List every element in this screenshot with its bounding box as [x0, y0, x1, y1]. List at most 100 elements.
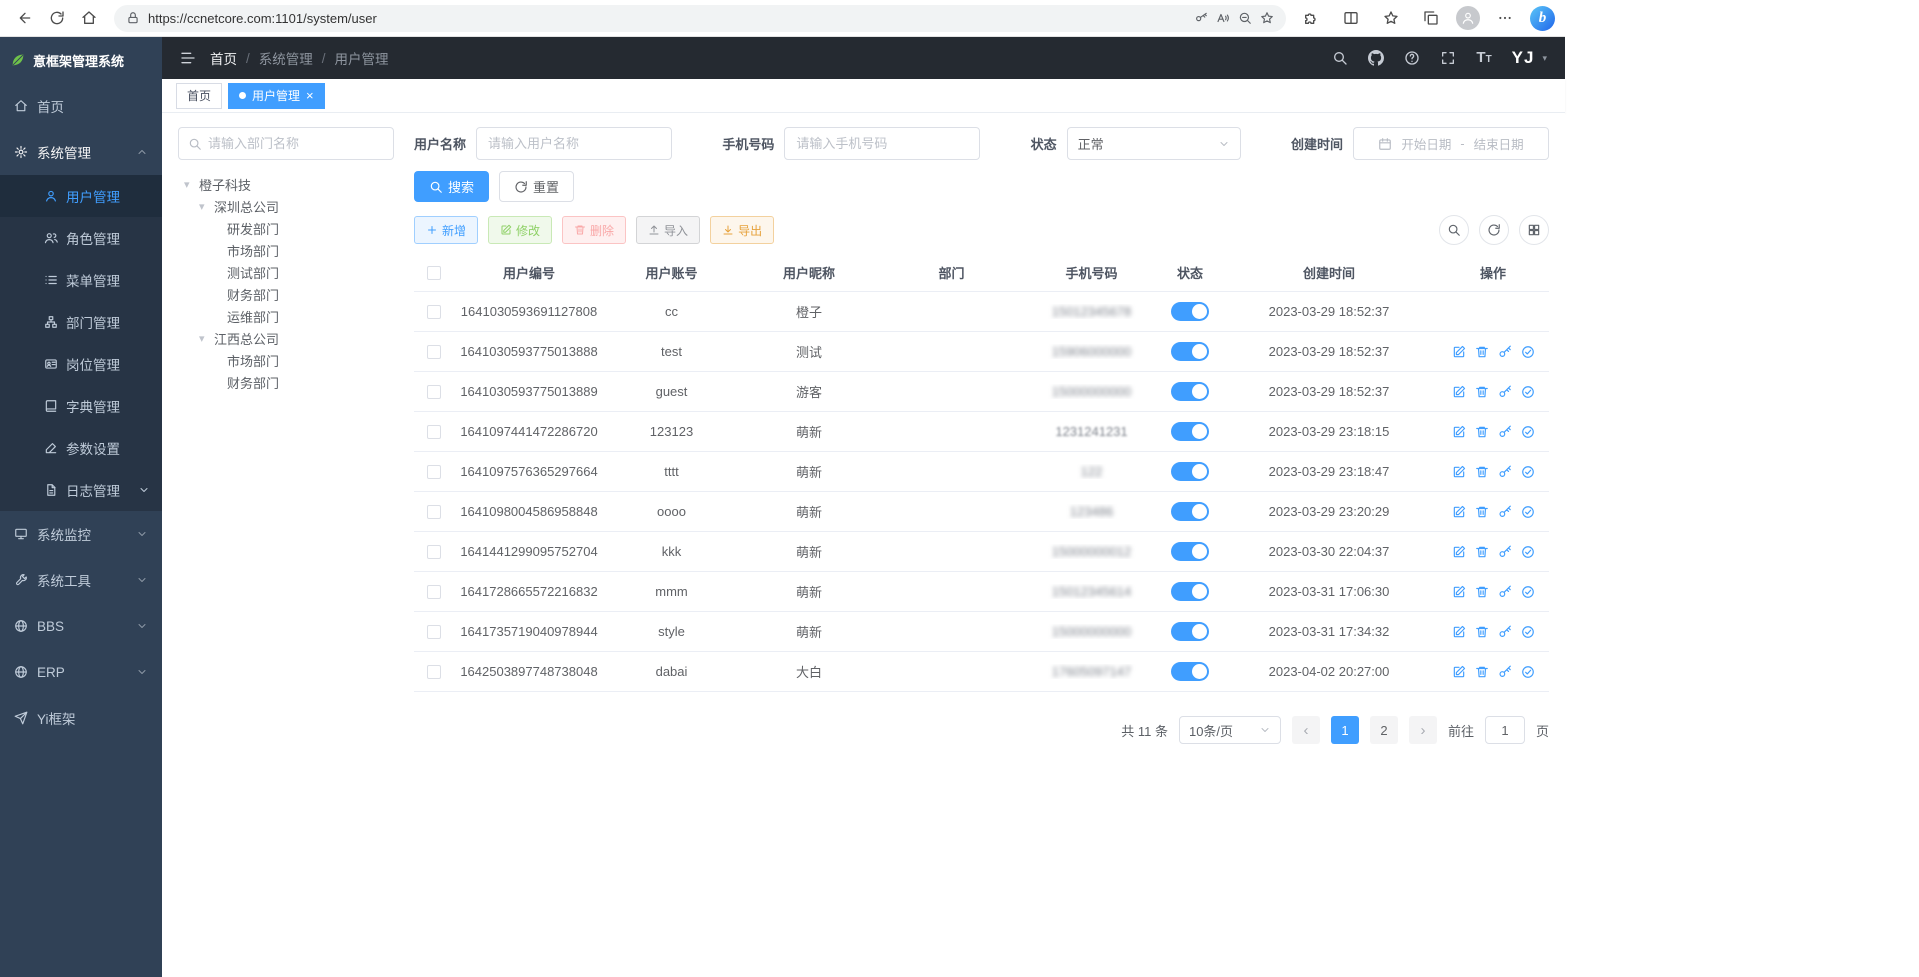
- row-checkbox[interactable]: [427, 625, 441, 639]
- page-button-2[interactable]: 2: [1370, 716, 1398, 744]
- sidebar-item-user-mgmt[interactable]: 用户管理: [0, 175, 162, 217]
- edit-user-icon[interactable]: [1452, 345, 1466, 359]
- status-toggle[interactable]: [1171, 422, 1209, 441]
- status-toggle[interactable]: [1171, 502, 1209, 521]
- tree-caret-icon[interactable]: ▾: [184, 178, 194, 191]
- prev-page-button[interactable]: ‹: [1292, 716, 1320, 744]
- tree-node-dept[interactable]: 测试部门: [178, 261, 394, 283]
- delete-user-icon[interactable]: [1475, 425, 1489, 439]
- row-checkbox[interactable]: [427, 305, 441, 319]
- edit-user-icon[interactable]: [1452, 585, 1466, 599]
- select-all-checkbox[interactable]: [427, 266, 441, 280]
- tree-node-dept[interactable]: 财务部门: [178, 283, 394, 305]
- reset-password-icon[interactable]: [1498, 625, 1512, 639]
- search-button[interactable]: 搜索: [414, 171, 489, 202]
- assign-role-icon[interactable]: [1521, 465, 1535, 479]
- export-button[interactable]: 导出: [710, 216, 774, 244]
- tree-node-dept[interactable]: 市场部门: [178, 239, 394, 261]
- tab-user-mgmt[interactable]: 用户管理 ×: [228, 83, 325, 109]
- assign-role-icon[interactable]: [1521, 425, 1535, 439]
- split-screen-icon[interactable]: [1336, 4, 1366, 32]
- row-checkbox[interactable]: [427, 545, 441, 559]
- reset-password-icon[interactable]: [1498, 505, 1512, 519]
- delete-user-icon[interactable]: [1475, 345, 1489, 359]
- status-toggle[interactable]: [1171, 542, 1209, 561]
- edit-user-icon[interactable]: [1452, 465, 1466, 479]
- favorites-bar-icon[interactable]: [1376, 4, 1406, 32]
- tree-node-dept[interactable]: 运维部门: [178, 305, 394, 327]
- reset-password-icon[interactable]: [1498, 545, 1512, 559]
- date-range-picker[interactable]: 开始日期 - 结束日期: [1353, 127, 1549, 160]
- sidebar-item-log-mgmt[interactable]: 日志管理: [0, 469, 162, 511]
- refresh-icon[interactable]: [42, 4, 72, 32]
- zoom-icon[interactable]: [1238, 11, 1252, 25]
- delete-user-icon[interactable]: [1475, 465, 1489, 479]
- github-icon[interactable]: [1368, 50, 1384, 66]
- status-toggle[interactable]: [1171, 622, 1209, 641]
- edit-user-icon[interactable]: [1452, 625, 1466, 639]
- reset-password-icon[interactable]: [1498, 345, 1512, 359]
- add-button[interactable]: 新增: [414, 216, 478, 244]
- sidebar-item-role-mgmt[interactable]: 角色管理: [0, 217, 162, 259]
- row-checkbox[interactable]: [427, 345, 441, 359]
- row-checkbox[interactable]: [427, 665, 441, 679]
- collapse-sidebar-icon[interactable]: [180, 50, 196, 66]
- toggle-search-button[interactable]: [1439, 215, 1469, 245]
- search-icon[interactable]: [1332, 50, 1348, 66]
- status-toggle[interactable]: [1171, 382, 1209, 401]
- delete-button[interactable]: 删除: [562, 216, 626, 244]
- tree-node-dept[interactable]: 财务部门: [178, 371, 394, 393]
- status-toggle[interactable]: [1171, 582, 1209, 601]
- reset-password-icon[interactable]: [1498, 585, 1512, 599]
- sidebar-item-erp[interactable]: ERP: [0, 649, 162, 695]
- tree-node-dept[interactable]: 研发部门: [178, 217, 394, 239]
- reset-password-icon[interactable]: [1498, 425, 1512, 439]
- extensions-icon[interactable]: [1296, 4, 1326, 32]
- copilot-icon[interactable]: b: [1530, 6, 1555, 31]
- font-size-icon[interactable]: TT: [1476, 49, 1491, 67]
- reset-button[interactable]: 重置: [499, 171, 574, 202]
- edit-button[interactable]: 修改: [488, 216, 552, 244]
- tree-node-dept[interactable]: 市场部门: [178, 349, 394, 371]
- delete-user-icon[interactable]: [1475, 505, 1489, 519]
- goto-page-input[interactable]: [1485, 716, 1525, 744]
- tree-node-branch[interactable]: ▾江西总公司: [178, 327, 394, 349]
- assign-role-icon[interactable]: [1521, 385, 1535, 399]
- fullscreen-icon[interactable]: [1440, 50, 1456, 66]
- url-text[interactable]: https://ccnetcore.com:1101/system/user: [148, 11, 1186, 26]
- phone-input[interactable]: [784, 127, 980, 160]
- assign-role-icon[interactable]: [1521, 585, 1535, 599]
- address-bar[interactable]: https://ccnetcore.com:1101/system/user: [114, 5, 1286, 32]
- back-icon[interactable]: [10, 4, 40, 32]
- delete-user-icon[interactable]: [1475, 385, 1489, 399]
- assign-role-icon[interactable]: [1521, 545, 1535, 559]
- next-page-button[interactable]: ›: [1409, 716, 1437, 744]
- delete-user-icon[interactable]: [1475, 545, 1489, 559]
- sidebar-item-post-mgmt[interactable]: 岗位管理: [0, 343, 162, 385]
- row-checkbox[interactable]: [427, 385, 441, 399]
- sidebar-item-home[interactable]: 首页: [0, 83, 162, 129]
- avatar-caret-icon[interactable]: ▾: [1542, 53, 1547, 68]
- sidebar-item-bbs[interactable]: BBS: [0, 603, 162, 649]
- breadcrumb-home[interactable]: 首页: [210, 48, 237, 68]
- assign-role-icon[interactable]: [1521, 665, 1535, 679]
- sidebar-item-param-settings[interactable]: 参数设置: [0, 427, 162, 469]
- delete-user-icon[interactable]: [1475, 665, 1489, 679]
- status-select[interactable]: 正常: [1067, 127, 1241, 160]
- assign-role-icon[interactable]: [1521, 505, 1535, 519]
- more-menu-icon[interactable]: [1490, 4, 1520, 32]
- favorite-star-icon[interactable]: [1260, 11, 1274, 25]
- delete-user-icon[interactable]: [1475, 625, 1489, 639]
- help-icon[interactable]: [1404, 50, 1420, 66]
- profile-avatar[interactable]: [1456, 6, 1480, 30]
- tree-node-company[interactable]: ▾橙子科技: [178, 173, 394, 195]
- home-icon[interactable]: [74, 4, 104, 32]
- sidebar-item-system[interactable]: 系统管理: [0, 129, 162, 175]
- breadcrumb-system[interactable]: 系统管理: [259, 48, 313, 68]
- edit-user-icon[interactable]: [1452, 665, 1466, 679]
- sidebar-item-tools[interactable]: 系统工具: [0, 557, 162, 603]
- assign-role-icon[interactable]: [1521, 345, 1535, 359]
- status-toggle[interactable]: [1171, 302, 1209, 321]
- status-toggle[interactable]: [1171, 462, 1209, 481]
- edit-user-icon[interactable]: [1452, 425, 1466, 439]
